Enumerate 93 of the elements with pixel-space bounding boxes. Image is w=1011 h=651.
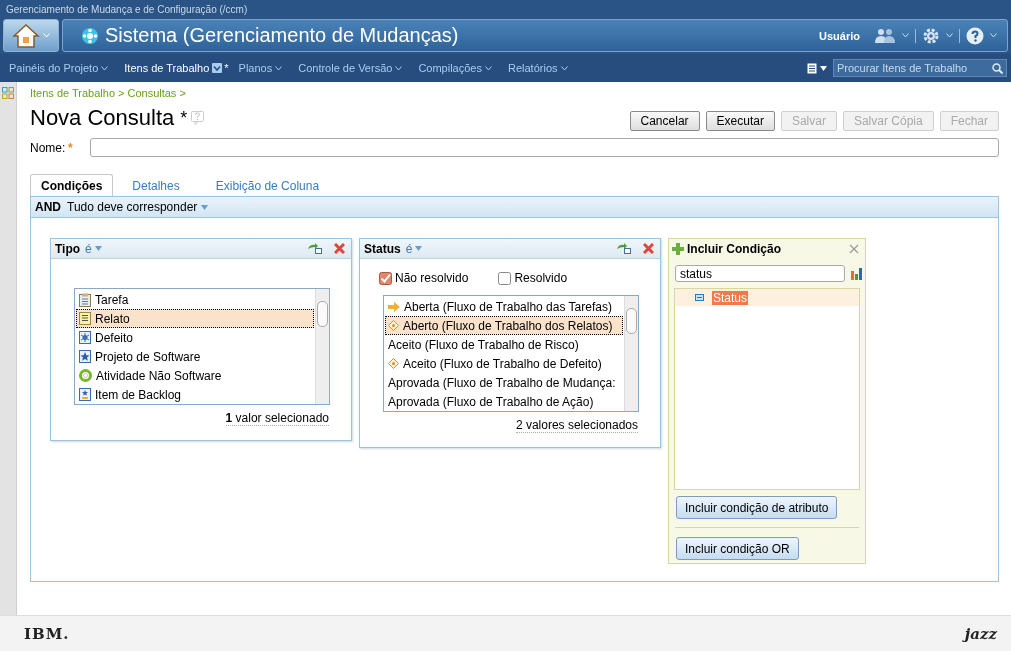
nav-menu-item[interactable]: Controle de Versão [298, 62, 403, 74]
list-item[interactable]: Aceito (Fluxo de Trabalho de Defeito) [385, 354, 623, 373]
list-item[interactable]: Aceito (Fluxo de Trabalho de Risco) [385, 335, 623, 354]
attribute-label: Status [364, 241, 401, 256]
modified-mark: * [180, 107, 188, 129]
close-icon[interactable] [849, 244, 859, 254]
add-or-condition-button[interactable]: Incluir condição OR [676, 537, 799, 560]
required-mark: * [68, 140, 74, 155]
filter-field[interactable]: status [675, 265, 845, 282]
caret-icon[interactable] [820, 65, 827, 71]
caret-icon [395, 65, 403, 71]
list-item[interactable]: Projeto de Software [76, 347, 314, 366]
clipboard-icon [79, 292, 91, 307]
operator-dropdown[interactable]: é [405, 241, 423, 256]
nav-menu-item[interactable]: Compilações [418, 62, 492, 74]
panel-title: Incluir Condição [687, 242, 781, 256]
list-item[interactable]: Defeito [76, 328, 314, 347]
caret-icon [275, 65, 283, 71]
list-item[interactable]: Aprovada (Fluxo de Trabalho de Mudança: [385, 373, 623, 392]
ring-icon [79, 369, 92, 382]
footer-logo: jazz [964, 624, 997, 643]
caret-icon [946, 33, 953, 38]
list-icon[interactable] [807, 62, 817, 74]
selection-count[interactable]: 2 valores selecionados [515, 418, 638, 433]
grid-icon[interactable] [2, 87, 14, 99]
settings-icon[interactable] [922, 26, 940, 45]
value-list[interactable] [383, 295, 639, 412]
list-item[interactable]: Relato [76, 309, 314, 328]
flower-icon [81, 26, 99, 45]
match-dropdown[interactable]: Tudo deve corresponder [67, 200, 209, 214]
caret-icon [101, 65, 109, 71]
selection-count[interactable]: 1 valor selecionado [225, 411, 329, 426]
dropdown-icon [212, 63, 223, 73]
attribute-label: Tipo [55, 241, 81, 256]
search-field[interactable]: Procurar Itens de Trabalho [833, 59, 1007, 77]
nav-menu-item[interactable]: Itens de Trabalho [124, 62, 223, 74]
user-name[interactable]: Usuário [819, 29, 860, 42]
move-icon[interactable] [616, 243, 631, 254]
nav-menu-item[interactable]: Relatórios [508, 62, 568, 74]
list-item[interactable]: Aberta (Fluxo de Trabalho das Tarefas) [385, 297, 623, 316]
caret-icon [43, 33, 50, 38]
nav-menu-item[interactable]: Painéis do Projeto [9, 62, 109, 74]
checkbox[interactable] [379, 271, 392, 285]
people-icon[interactable] [874, 27, 896, 44]
nav-menu-item[interactable]: Planos [238, 62, 283, 74]
name-label: Nome: [30, 140, 67, 155]
move-icon[interactable] [307, 243, 322, 254]
page-title: Nova Consulta [30, 105, 175, 131]
checkbox-label[interactable]: Não resolvido [395, 271, 469, 285]
help-icon[interactable] [966, 26, 984, 45]
arrow-icon [388, 301, 400, 312]
home-button[interactable] [3, 19, 59, 52]
tab[interactable]: Condições [30, 174, 114, 196]
header-title: Sistema (Gerenciamento de Mudanças) [105, 24, 460, 47]
plus-icon [672, 243, 684, 255]
caret-icon [485, 65, 492, 71]
list-item[interactable]: Aprovada (Fluxo de Trabalho de Ação) [385, 392, 623, 411]
app-title: Gerenciamento de Mudança e de Configuração (/ccm) [6, 3, 248, 15]
house-icon [12, 22, 40, 49]
caret-icon [560, 65, 568, 71]
list-item[interactable]: Atividade Não Software [76, 366, 314, 385]
diamond-icon [388, 320, 399, 331]
add-attribute-condition-button[interactable]: Incluir condição de atributo [676, 496, 838, 519]
caret-icon [902, 33, 909, 38]
field-icon [695, 294, 704, 301]
bar-chart-icon[interactable] [851, 267, 863, 280]
footer-logo: IBM. [24, 624, 70, 643]
toolbar-button[interactable]: Executar [705, 111, 775, 131]
modified-mark: * [224, 62, 229, 74]
bug-icon [79, 331, 91, 344]
operator-label: AND [35, 200, 61, 214]
breadcrumb-separator: > [118, 87, 125, 99]
diamond-icon [388, 358, 399, 369]
checkbox-label[interactable]: Resolvido [514, 271, 568, 285]
list-item[interactable]: Item de Backlog [76, 385, 314, 404]
search-icon [992, 62, 1003, 74]
scrollbar[interactable] [315, 289, 329, 404]
name-input-field[interactable] [90, 138, 999, 157]
caret-icon [415, 246, 423, 251]
toolbar-button[interactable]: Cancelar [629, 111, 700, 131]
list-item[interactable]: Tarefa [76, 290, 314, 309]
caret-icon [94, 246, 102, 251]
list-item[interactable]: Aberto (Fluxo de Trabalho dos Relatos) [385, 316, 623, 335]
document-icon [79, 312, 91, 325]
delete-icon[interactable] [334, 243, 345, 254]
caret-icon [201, 204, 209, 210]
scrollbar[interactable] [624, 296, 638, 411]
operator-dropdown[interactable]: é [85, 241, 102, 256]
breadcrumb-separator: > [179, 87, 186, 99]
star-icon [79, 350, 91, 363]
checkbox[interactable] [498, 271, 512, 285]
caret-icon [990, 33, 997, 38]
delete-icon[interactable] [643, 243, 654, 254]
